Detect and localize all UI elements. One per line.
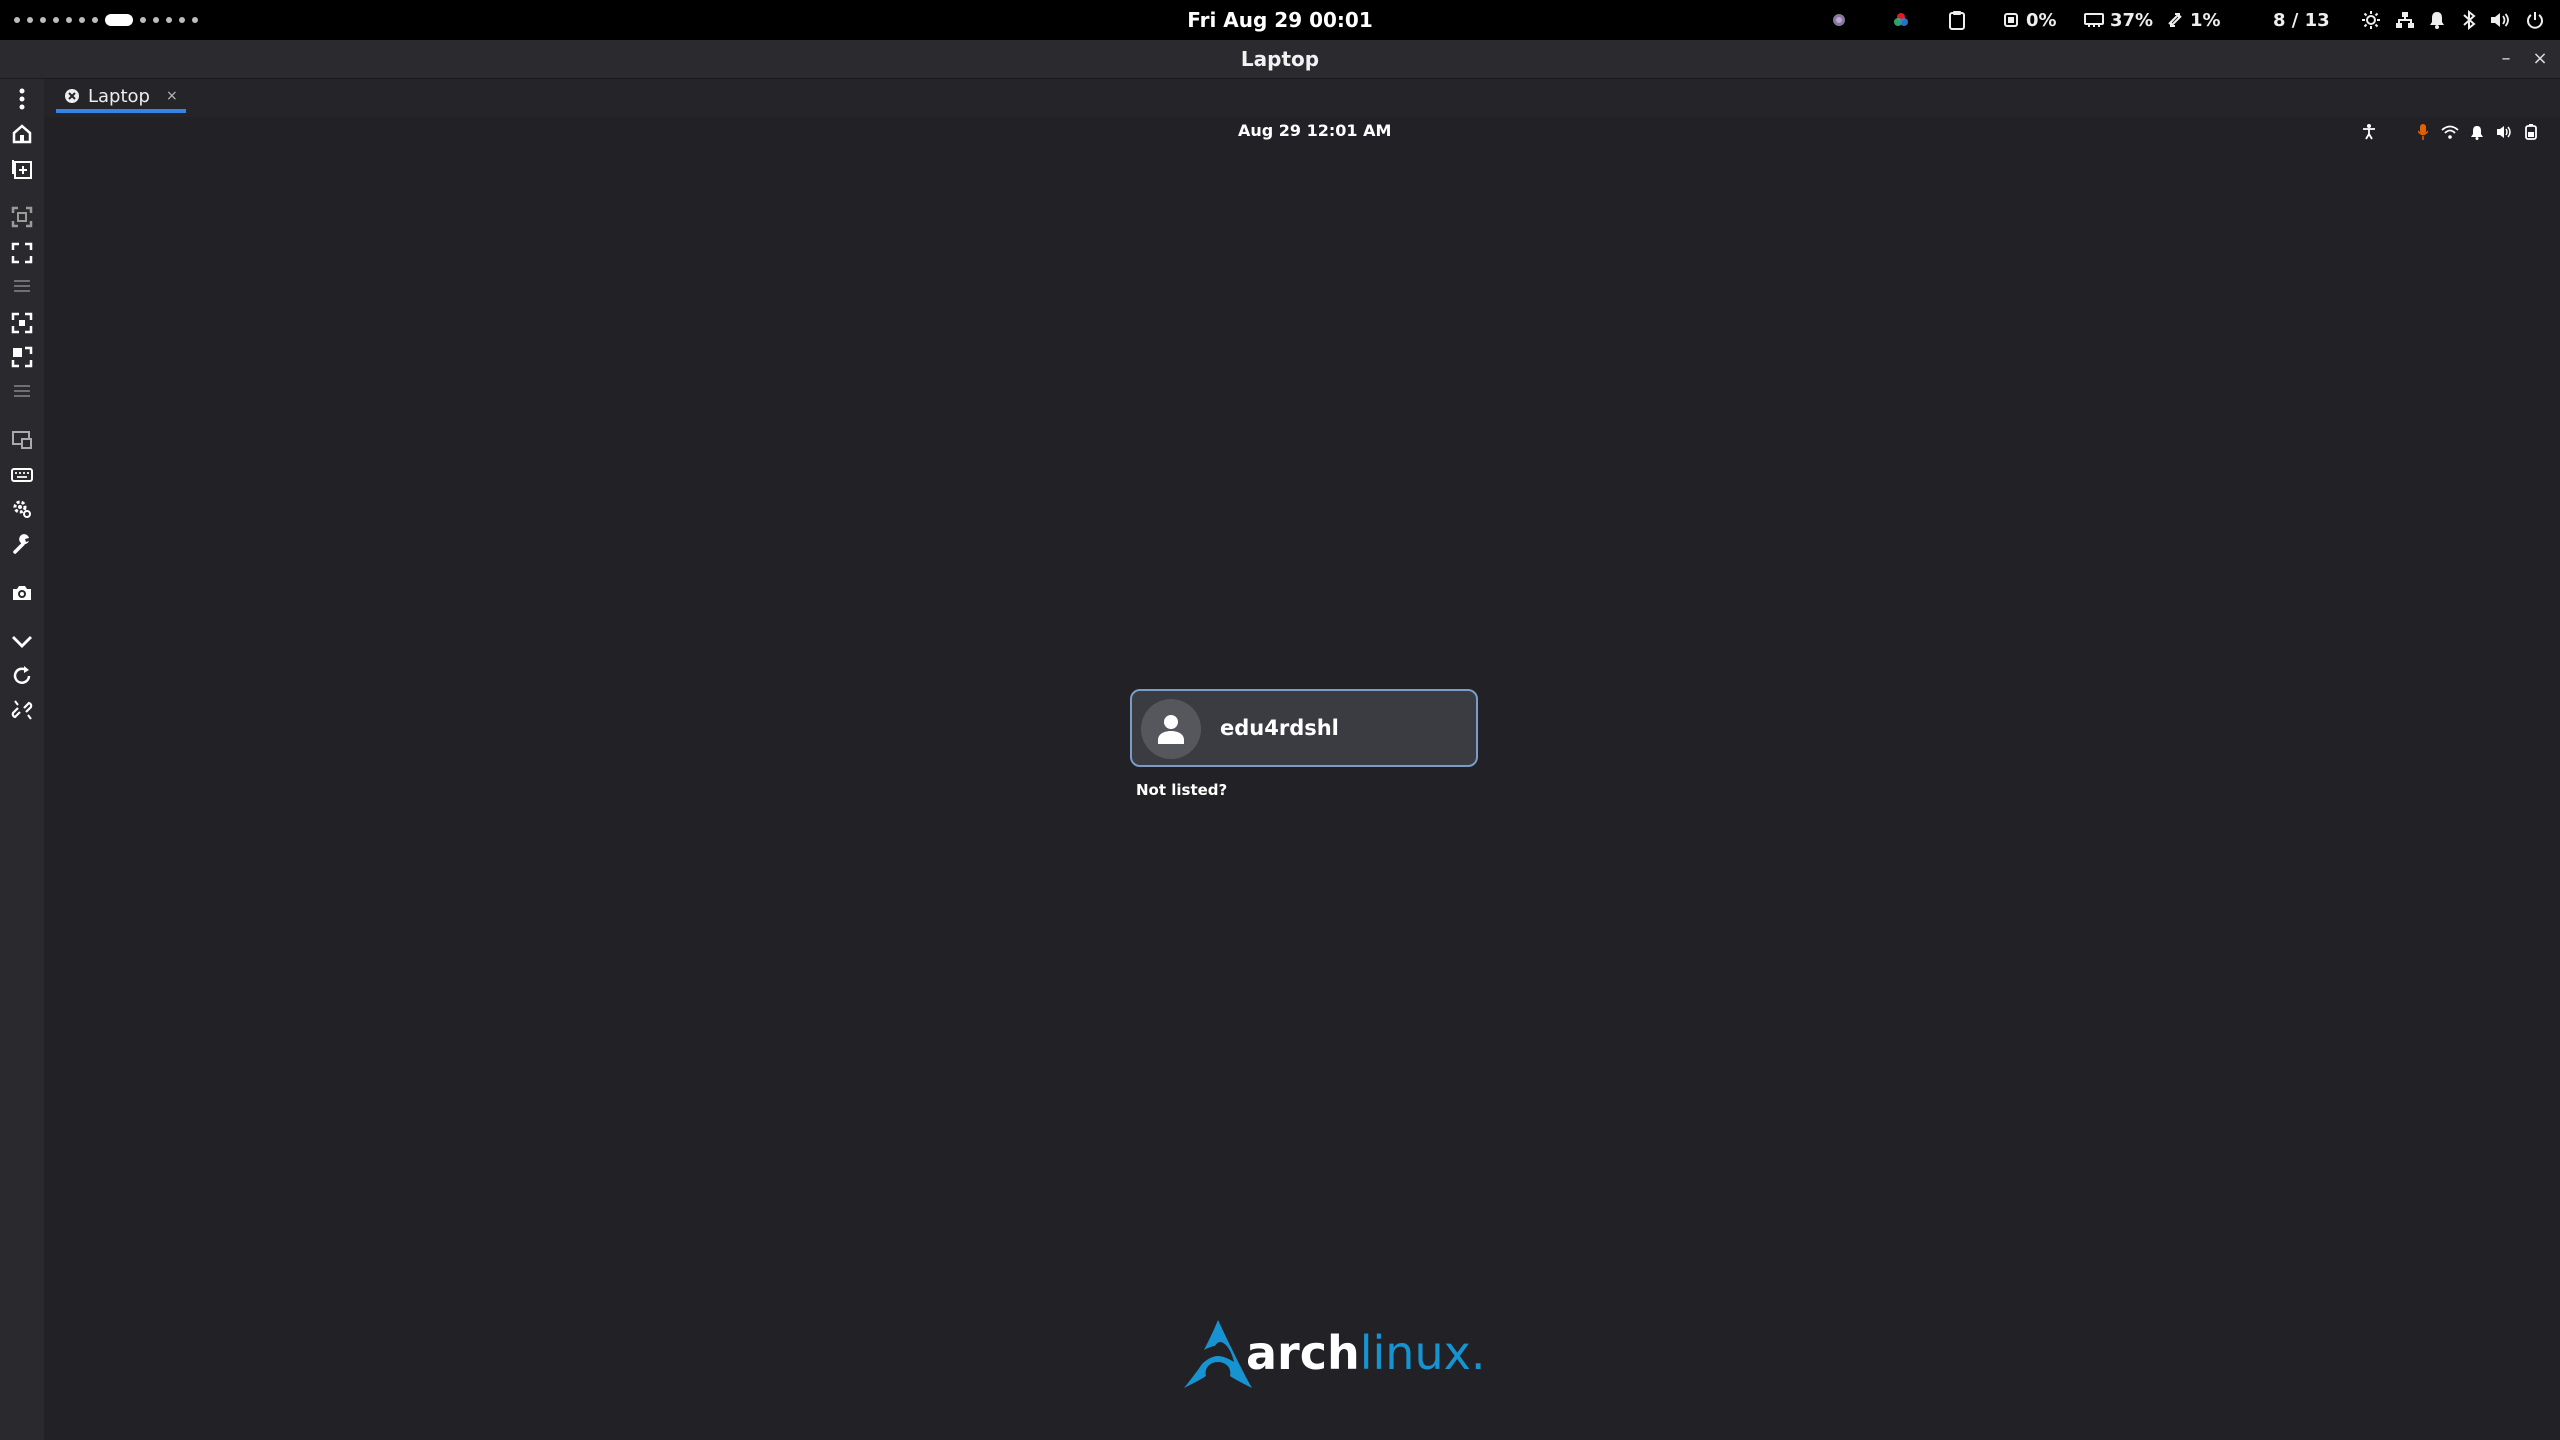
memory-indicator[interactable]: 37% — [2084, 0, 2153, 40]
notifications-icon[interactable] — [2429, 0, 2445, 40]
window-title-bar[interactable]: Laptop – × — [0, 40, 2560, 79]
volume-icon[interactable] — [2490, 0, 2510, 40]
keyboard-icon[interactable] — [8, 461, 36, 489]
logo-linux-text: linux — [1359, 1326, 1471, 1380]
memory-value: 37% — [2110, 9, 2154, 31]
color-picker-icon[interactable] — [1832, 0, 1846, 40]
disconnect-link-icon[interactable] — [8, 696, 36, 724]
greeter-datetime[interactable]: Aug 29 12:01 AM — [44, 117, 2560, 145]
tab-laptop[interactable]: Laptop × — [56, 83, 186, 113]
bluetooth-icon[interactable] — [2462, 0, 2476, 40]
fit-window-icon[interactable] — [8, 203, 36, 231]
network-wired-icon[interactable] — [2395, 0, 2415, 40]
arch-linux-logo: archlinux. — [1182, 1316, 1485, 1396]
close-window-button[interactable]: × — [2530, 49, 2550, 69]
workspace-counter[interactable]: 8 / 13 — [2273, 0, 2330, 40]
memory-icon — [2084, 13, 2104, 27]
power-icon[interactable] — [2526, 0, 2544, 40]
reconnect-refresh-icon[interactable] — [8, 662, 36, 690]
username-label: edu4rdshl — [1220, 716, 1339, 740]
notifications-icon[interactable] — [2468, 123, 2486, 141]
scale-icon[interactable] — [8, 309, 36, 337]
tab-label: Laptop — [88, 85, 150, 107]
home-icon[interactable] — [8, 120, 36, 148]
window-title: Laptop — [1240, 47, 1320, 71]
cpu-indicator[interactable]: 0% — [2002, 0, 2057, 40]
cpu-icon — [2004, 13, 2018, 27]
fullscreen-icon[interactable] — [8, 239, 36, 267]
screenshot-camera-icon[interactable] — [8, 579, 36, 607]
swap-indicator[interactable]: 1% — [2166, 0, 2221, 40]
user-login-button[interactable]: edu4rdshl — [1130, 689, 1478, 767]
minimize-button[interactable]: – — [2496, 49, 2516, 69]
tools-wrench-icon[interactable] — [8, 530, 36, 558]
accessibility-icon[interactable] — [2360, 123, 2378, 141]
logo-arch-text: arch — [1246, 1326, 1360, 1380]
clipboard-icon[interactable] — [1948, 0, 1966, 40]
preferences-gear-icon[interactable] — [8, 495, 36, 523]
user-icon — [1158, 715, 1184, 744]
cpu-value: 0% — [2026, 9, 2057, 31]
palette-icon[interactable] — [1893, 0, 1909, 40]
chevron-down-icon[interactable] — [8, 628, 36, 656]
divider-lines-icon — [8, 272, 36, 300]
system-top-bar: Fri Aug 29 00:01 0% 37% 1% 8 / 13 — [0, 0, 2560, 40]
connection-status-icon — [65, 89, 79, 103]
menu-kebab-icon[interactable] — [8, 85, 36, 113]
not-listed-link[interactable]: Not listed? — [1136, 781, 1227, 799]
multi-monitor-icon[interactable] — [8, 426, 36, 454]
connection-tab-bar: Laptop × — [44, 79, 2560, 117]
divider-lines-icon — [8, 377, 36, 405]
dynamic-resolution-icon[interactable] — [8, 343, 36, 371]
swap-value: 1% — [2190, 9, 2221, 31]
battery-power-icon[interactable] — [2522, 123, 2540, 141]
swap-icon — [2168, 13, 2182, 27]
arch-logo-icon — [1184, 1320, 1252, 1388]
remote-login-screen: Aug 29 12:01 AM edu4rdshl Not listed? ar… — [44, 117, 2560, 1440]
wifi-icon[interactable] — [2441, 123, 2459, 141]
brightness-icon[interactable] — [2362, 0, 2380, 40]
microphone-icon[interactable] — [2414, 123, 2432, 141]
new-connection-icon[interactable] — [8, 155, 36, 183]
viewer-toolbar — [0, 79, 44, 1440]
volume-icon[interactable] — [2495, 123, 2513, 141]
avatar — [1141, 699, 1201, 759]
tab-close-icon[interactable]: × — [166, 88, 178, 104]
